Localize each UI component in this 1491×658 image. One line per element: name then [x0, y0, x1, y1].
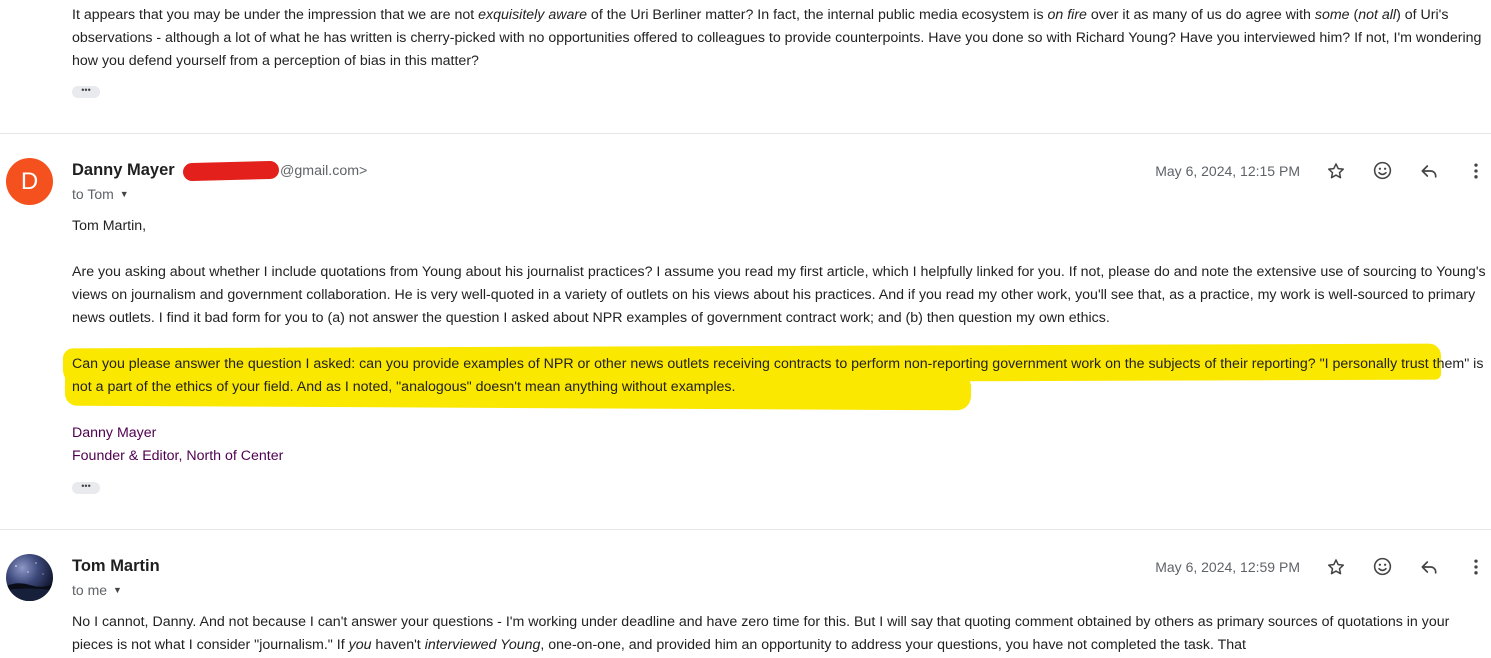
caret-down-icon[interactable]: ▼: [113, 585, 122, 595]
message-greeting: Tom Martin,: [72, 218, 147, 234]
recipient-line[interactable]: to me ▼: [72, 582, 122, 598]
caret-down-icon[interactable]: ▼: [120, 189, 129, 199]
star-icon[interactable]: [1325, 556, 1347, 578]
show-trimmed-content-button[interactable]: •••: [72, 482, 100, 494]
message-divider: [0, 133, 1491, 134]
previous-message-body: It appears that you may be under the imp…: [72, 4, 1488, 73]
sender-name[interactable]: Danny Mayer: [72, 161, 175, 180]
text-segment: (: [1349, 7, 1359, 23]
recipient-label: to Tom: [72, 186, 114, 202]
emphasized-text: not all: [1358, 7, 1397, 23]
emphasized-text: exquisitely aware: [478, 7, 587, 23]
more-vert-icon[interactable]: [1465, 160, 1487, 182]
message-divider: [0, 529, 1491, 530]
avatar-photo-image: [6, 562, 53, 601]
text-segment: haven't: [371, 637, 425, 653]
recipient-line[interactable]: to Tom ▼: [72, 186, 129, 202]
message-date: May 6, 2024, 12:59 PM: [1155, 559, 1300, 575]
message-date: May 6, 2024, 12:15 PM: [1155, 163, 1300, 179]
message-paragraph: Are you asking about whether I include q…: [72, 264, 1486, 326]
highlighted-paragraph: Can you please answer the question I ask…: [72, 356, 1484, 395]
avatar[interactable]: [6, 554, 53, 601]
signature-name: Danny Mayer: [72, 425, 157, 441]
emoji-icon[interactable]: [1371, 555, 1393, 577]
text-segment: It appears that you may be under the imp…: [72, 7, 479, 23]
text-segment: over it as many of us do agree with: [1086, 7, 1315, 23]
reply-icon[interactable]: [1418, 160, 1440, 182]
avatar-letter: D: [20, 167, 39, 195]
more-vert-icon[interactable]: [1465, 556, 1487, 578]
sender-email: @gmail.com>: [179, 160, 368, 182]
show-trimmed-content-button[interactable]: •••: [72, 86, 100, 98]
text-segment: , one-on-one, and provided him an opport…: [540, 637, 1247, 653]
emphasized-text: some: [1314, 7, 1350, 23]
emphasized-text: interviewed Young: [424, 637, 541, 653]
star-icon[interactable]: [1325, 160, 1347, 182]
redaction-mark: [182, 160, 280, 182]
signature-title: Founder & Editor, North of Center: [72, 448, 284, 464]
sender-email-suffix: @gmail.com>: [280, 162, 368, 179]
reply-icon[interactable]: [1418, 556, 1440, 578]
sender-name[interactable]: Tom Martin: [72, 557, 160, 576]
avatar[interactable]: D: [6, 158, 53, 205]
message-body: No I cannot, Danny. And not because I ca…: [72, 611, 1488, 657]
emoji-icon[interactable]: [1371, 159, 1393, 181]
emphasized-text: on fire: [1047, 7, 1087, 23]
text-segment: of the Uri Berliner matter? In fact, the…: [586, 7, 1048, 23]
emphasized-text: you: [348, 637, 372, 653]
recipient-label: to me: [72, 582, 108, 598]
